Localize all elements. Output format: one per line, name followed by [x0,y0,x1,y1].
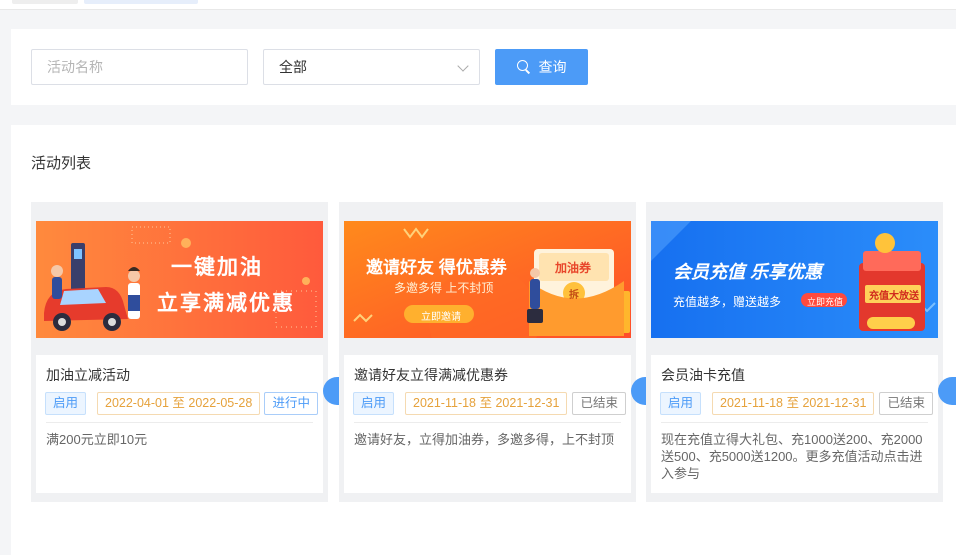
chevron-down-icon [457,60,469,72]
search-icon [516,60,531,74]
card-banner-image: 会员充值 乐享优惠 充值越多，赠送越多 立即充值 充值大放送 [651,221,938,338]
status-select[interactable]: 全部 [263,49,480,85]
enabled-tag: 启用 [45,392,87,415]
card-body: 邀请好友立得满减优惠券 启用 2021-11-18 至 2021-12-31 已… [344,355,631,493]
banner-box-label: 充值大放送 [869,291,919,302]
date-range-tag: 2021-11-18 至 2021-12-31 [712,392,875,415]
divider [354,422,621,423]
card-banner-image: 邀请好友 得优惠券 多邀多得 上不封顶 立即邀请 加油券 拆 [344,221,631,338]
card-body: 加油立减活动 启用 2022-04-01 至 2022-05-28 进行中 满2… [36,355,323,493]
query-button[interactable]: 查询 [495,49,588,85]
banner-headline: 会员充值 乐享优惠 [673,262,823,282]
enabled-tag: 启用 [660,392,702,415]
status-badge: 进行中 [264,392,318,415]
banner-subline: 多邀多得 上不封顶 [394,281,494,295]
date-range-tag: 2022-04-01 至 2022-05-28 [97,392,261,415]
divider [46,422,313,423]
card-body: 会员油卡充值 启用 2021-11-18 至 2021-12-31 已结束 现在… [651,355,938,493]
banner-coupon-label: 加油券 [555,261,592,275]
query-button-label: 查询 [538,59,567,75]
search-panel: 全部 查询 [11,29,956,105]
status-badge: 已结束 [572,392,626,415]
activity-card[interactable]: 一键加油 立享满减优惠 加油立减活动 启用 2022-04-01 至 2022-… [31,202,341,502]
card-title: 邀请好友立得满减优惠券 [354,367,508,383]
activity-name-input[interactable] [31,49,248,85]
banner-invite-button: 立即邀请 [421,312,461,323]
card-action-handle[interactable] [938,377,956,405]
activity-card[interactable]: 邀请好友 得优惠券 多邀多得 上不封顶 立即邀请 加油券 拆 邀请好友立得满减优… [339,202,649,502]
status-select-value: 全部 [279,59,307,75]
date-range-tag: 2021-11-18 至 2021-12-31 [405,392,568,415]
enabled-tag: 启用 [353,392,395,415]
top-tab-strip [0,0,956,10]
banner-subline: 立享满减优惠 [157,292,295,315]
banner-subline: 充值越多，赠送越多 [673,295,782,309]
card-description: 满200元立即10元 [46,432,148,447]
card-banner-image: 一键加油 立享满减优惠 [36,221,323,338]
banner-coin-label: 拆 [569,290,579,301]
tab-active[interactable] [84,0,198,4]
list-title: 活动列表 [31,155,92,172]
card-description: 现在充值立得大礼包、充1000送200、充2000送500、充5000送1200… [661,432,923,481]
status-badge: 已结束 [879,392,933,415]
activity-list-panel: 活动列表 一键加油 立享满减优惠 加油立减活动 启用 2022-04-01 至 … [11,125,956,555]
banner-headline: 邀请好友 得优惠券 [366,258,507,277]
banner-headline: 一键加油 [171,256,263,279]
card-description: 邀请好友，立得加油券，多邀多得，上不封顶 [354,432,615,447]
banner-recharge-button: 立即充值 [807,297,844,307]
divider [661,422,928,423]
tab-inactive[interactable] [12,0,78,4]
card-title: 加油立减活动 [46,367,130,383]
card-title: 会员油卡充值 [661,367,745,383]
activity-card[interactable]: 会员充值 乐享优惠 充值越多，赠送越多 立即充值 充值大放送 会员油卡充值 启用… [646,202,956,502]
